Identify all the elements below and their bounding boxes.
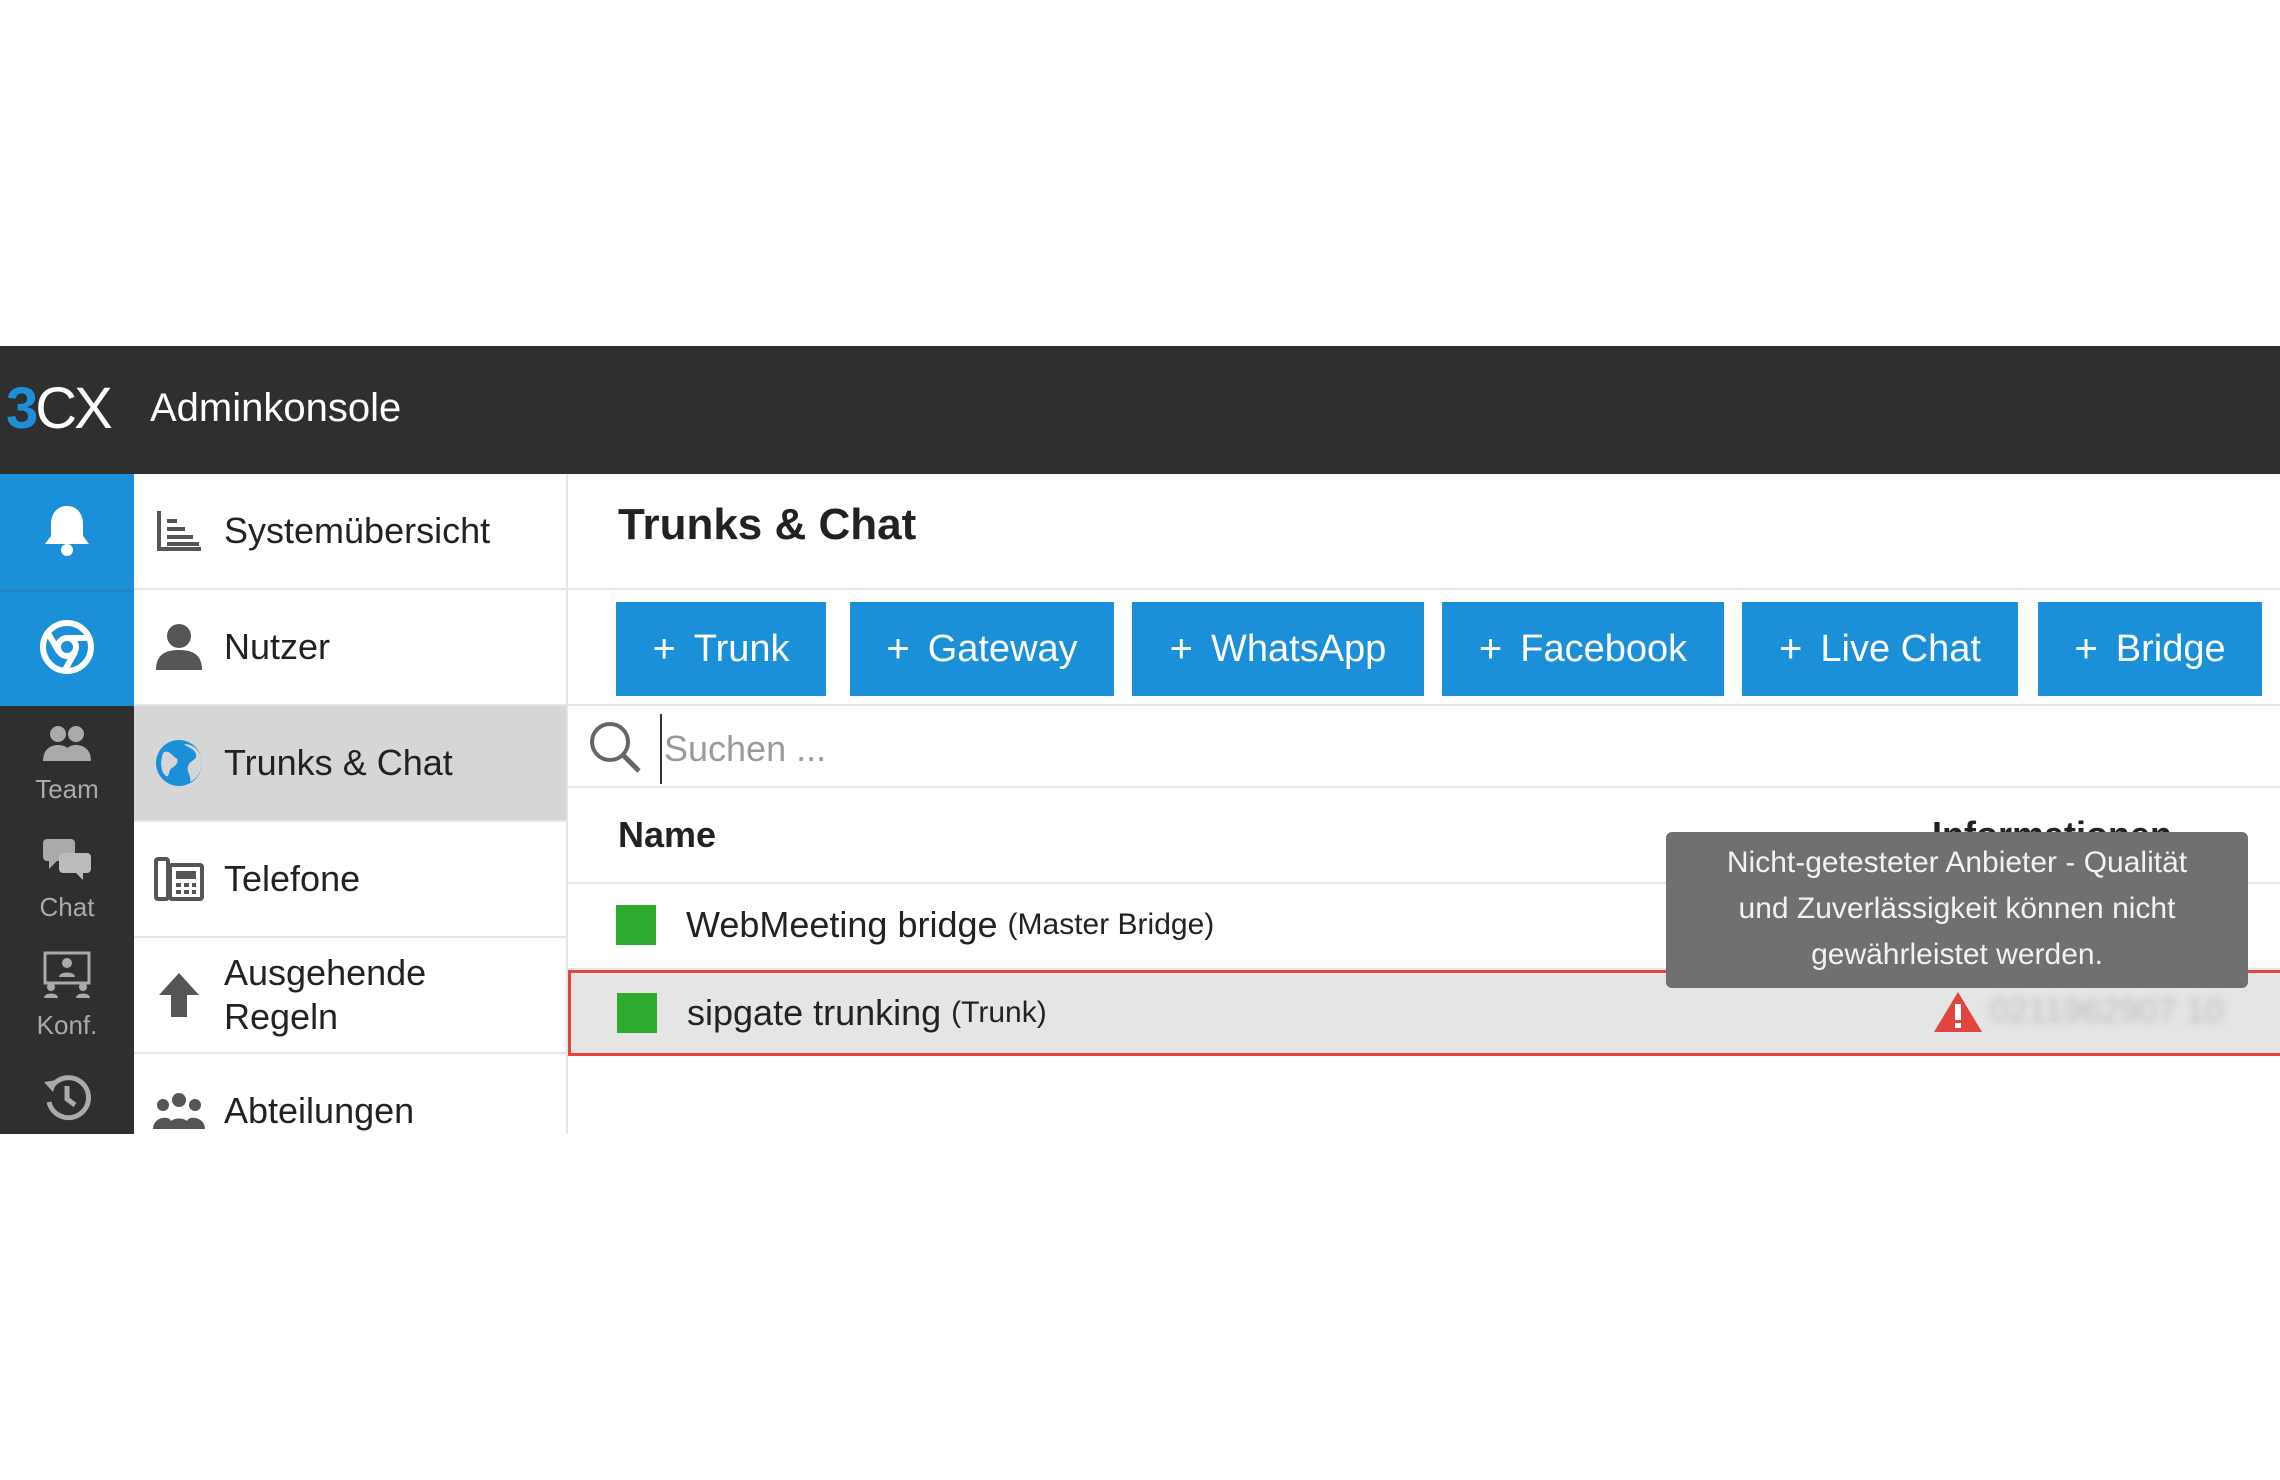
chart-icon xyxy=(134,509,224,553)
status-indicator xyxy=(617,993,657,1033)
add-gateway-button[interactable]: + Gateway xyxy=(850,602,1114,696)
plus-icon: + xyxy=(2074,626,2098,671)
group-icon xyxy=(134,1091,224,1131)
button-label: Trunk xyxy=(693,627,790,670)
menu-item-label: Nutzer xyxy=(224,626,331,667)
rail-notifications[interactable] xyxy=(0,474,134,590)
menu-item-phones[interactable]: Telefone xyxy=(134,822,566,938)
divider xyxy=(568,786,2280,788)
menu-item-outbound-rules[interactable]: Ausgehende Regeln xyxy=(134,938,566,1054)
plus-icon: + xyxy=(1478,626,1503,671)
icon-rail: Team Chat Konf. xyxy=(0,474,134,1134)
phone-icon xyxy=(134,857,224,901)
add-facebook-button[interactable]: + Facebook xyxy=(1442,602,1724,696)
menu-item-label: Abteilungen xyxy=(224,1090,415,1131)
menu-item-label: Ausgehende Regeln xyxy=(224,951,426,1039)
user-icon xyxy=(134,622,224,672)
rail-conference-label: Konf. xyxy=(36,1010,98,1040)
rail-chat[interactable]: Chat xyxy=(0,822,134,938)
logo-3: 3 xyxy=(6,376,38,441)
tooltip-line: gewährleistet werden. xyxy=(1811,938,2103,971)
rail-history[interactable] xyxy=(0,1054,134,1134)
menu-item-label-line2: Regeln xyxy=(224,996,339,1037)
search-input[interactable] xyxy=(660,714,2160,784)
menu-item-trunks-chat[interactable]: Trunks & Chat xyxy=(134,706,566,822)
menu-item-label-line1: Ausgehende xyxy=(224,952,427,993)
button-label: Live Chat xyxy=(1820,627,1981,670)
team-icon xyxy=(41,723,93,774)
button-label: Gateway xyxy=(927,627,1078,670)
app-frame: 3CX Adminkonsole Team Chat Konf. Systemü… xyxy=(0,0,2280,1480)
rail-team-label: Team xyxy=(35,774,99,804)
bell-icon xyxy=(42,502,92,563)
button-label: WhatsApp xyxy=(1211,627,1387,670)
plus-icon: + xyxy=(886,626,910,671)
menu-item-label: Systemübersicht xyxy=(224,510,491,551)
rail-web-client[interactable] xyxy=(0,590,134,706)
warning-triangle-icon[interactable] xyxy=(1932,990,1984,1039)
menu-item-dashboard[interactable]: Systemübersicht xyxy=(134,474,566,590)
button-label: Facebook xyxy=(1520,627,1688,670)
add-trunk-button[interactable]: + Trunk xyxy=(616,602,826,696)
rail-conference[interactable]: Konf. xyxy=(0,938,134,1054)
conference-icon xyxy=(41,951,93,1010)
3cx-logo[interactable]: 3CX xyxy=(6,374,113,444)
add-live-chat-button[interactable]: + Live Chat xyxy=(1742,602,2018,696)
menu-item-users[interactable]: Nutzer xyxy=(134,590,566,706)
arrow-up-icon xyxy=(134,971,224,1019)
row-name: sipgate trunking xyxy=(687,992,942,1033)
plus-icon: + xyxy=(1779,626,1803,671)
column-header-name[interactable]: Name xyxy=(618,814,716,856)
tooltip-line: Nicht-getesteter Anbieter - Qualität xyxy=(1726,846,2188,879)
chat-icon xyxy=(41,837,93,892)
menu-item-label: Telefone xyxy=(224,858,361,899)
button-label: Bridge xyxy=(2115,627,2226,670)
menu-item-label: Trunks & Chat xyxy=(224,742,453,783)
add-bridge-button[interactable]: + Bridge xyxy=(2038,602,2262,696)
status-indicator xyxy=(616,905,656,945)
rail-chat-label: Chat xyxy=(39,892,95,922)
row-type: (Master Bridge) xyxy=(1007,908,1215,941)
globe-icon xyxy=(134,738,224,788)
chrome-icon xyxy=(39,619,95,680)
top-bar: 3CX Adminkonsole xyxy=(0,346,2280,474)
add-whatsapp-button[interactable]: + WhatsApp xyxy=(1132,602,1424,696)
page-title: Trunks & Chat xyxy=(618,500,917,549)
search-icon xyxy=(588,720,642,779)
history-icon xyxy=(41,1072,93,1134)
main-menu: Systemübersicht Nutzer Trunks & Chat Tel… xyxy=(134,474,568,1134)
plus-icon: + xyxy=(1169,626,1194,671)
app-title: Adminkonsole xyxy=(150,386,402,430)
row-info-number: 0211962907 10 xyxy=(1990,992,2224,1030)
divider xyxy=(568,704,2280,706)
tooltip: Nicht-getesteter Anbieter - Qualität und… xyxy=(1666,832,2248,988)
plus-icon: + xyxy=(652,626,676,671)
menu-item-departments[interactable]: Abteilungen xyxy=(134,1054,566,1134)
row-name: WebMeeting bridge xyxy=(686,904,998,945)
logo-cx: CX xyxy=(35,376,113,441)
divider xyxy=(568,588,2280,590)
tooltip-line: und Zuverlässigkeit können nicht xyxy=(1738,892,2176,925)
row-type: (Trunk) xyxy=(951,996,1047,1029)
rail-team[interactable]: Team xyxy=(0,706,134,822)
